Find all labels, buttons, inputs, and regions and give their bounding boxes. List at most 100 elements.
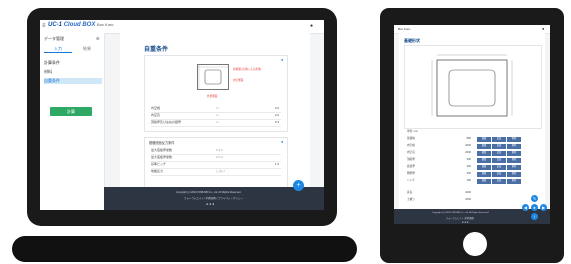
row-value[interactable]: 2000 xyxy=(449,151,471,154)
table-row[interactable]: 土被り 1000 xyxy=(407,197,539,204)
hamburger-menu-icon[interactable]: ≡ xyxy=(42,23,46,29)
footer-links[interactable]: フォーラムエイト | 利用規約 | プライバシーポリシー xyxy=(184,196,243,200)
user-icon[interactable]: ● xyxy=(310,23,313,29)
table-row[interactable]: 内空幅 2000 編集 追加 削除 xyxy=(407,143,539,150)
sidebar-item-label: 自重条件 xyxy=(44,78,60,83)
dimension-card: ● 荷重図 (自重による荷重) 内空断面 外部断面 内空幅 m 2.0 内空高 m 2.… xyxy=(144,55,288,132)
row-add-button[interactable]: 追加 xyxy=(492,165,506,170)
row-delete-button[interactable]: 削除 xyxy=(507,151,521,156)
row-label: ハンチ xyxy=(407,179,415,182)
row-delete-button[interactable]: 削除 xyxy=(507,179,521,184)
table-row[interactable]: 頂版厚 300 編集 追加 削除 xyxy=(407,157,539,164)
page-title: 自重条件 xyxy=(144,47,169,53)
field-value[interactable]: 1.5 xyxy=(275,162,279,166)
row-value[interactable]: 300 xyxy=(449,172,471,175)
form-row[interactable]: 内空高 m 2.0 xyxy=(151,113,281,120)
field-value[interactable]: 2.0.2 xyxy=(216,155,223,159)
tablet-footer: Copyright (c) 2024 FORUM8 Co., Ltd. All … xyxy=(394,209,550,224)
table-row[interactable]: 側壁厚 300 編集 追加 削除 xyxy=(407,171,539,178)
footer-links[interactable]: フォーラムエイト | 利用規約 xyxy=(446,216,474,220)
sidebar-item-selfweight[interactable]: 自重条件 xyxy=(44,78,102,84)
social-icons[interactable]: ● ● ● xyxy=(462,220,469,224)
row-add-button[interactable]: 追加 xyxy=(492,137,506,142)
sidebar-item-label: 計算条件 xyxy=(44,60,60,65)
diagram-label-load: 荷重図 (自重による荷重) xyxy=(233,68,262,71)
table-row[interactable]: 基礎幅 800 編集 追加 削除 xyxy=(407,136,539,143)
form-row[interactable]: 基準ピッチ 1.5 xyxy=(151,162,281,169)
row-edit-button[interactable]: 編集 xyxy=(477,165,491,170)
form-row[interactable]: 頂版厚及び左右の壁厚 m 0.3 xyxy=(151,120,281,127)
nav-fab-button[interactable]: ◀ xyxy=(522,204,529,211)
user-icon[interactable]: ● xyxy=(542,26,544,31)
row-add-button[interactable]: 追加 xyxy=(492,144,506,149)
tablet-main-panel: 基礎形状 単位: mm 基礎幅 800 編集 追加 削除 内空幅 2000 編集 追加 削除 内… xyxy=(399,33,545,209)
field-value[interactable]: しない xyxy=(216,169,225,173)
row-edit-button[interactable]: 編集 xyxy=(477,179,491,184)
form-row[interactable]: 内空幅 m 2.0 xyxy=(151,106,281,113)
table-row[interactable]: 内空高 2000 編集 追加 削除 xyxy=(407,150,539,157)
box-shape-diagram xyxy=(431,54,513,117)
row-value[interactable]: 300 xyxy=(449,158,471,161)
foundation-card: 基礎底面反力条件 ● 最大底板厚係数 0.4.0 最大底板厚係数 2.0.2 基準ピ… xyxy=(144,137,288,191)
add-fab-button[interactable]: + xyxy=(293,180,304,191)
tablet-home-button[interactable] xyxy=(463,232,487,256)
field-value[interactable]: 2.0 xyxy=(275,113,279,117)
field-unit: m xyxy=(216,106,219,110)
nav-fab-button[interactable]: ▶ xyxy=(540,204,547,211)
help-icon[interactable]: ● xyxy=(281,57,283,62)
form-row[interactable]: 最大底板厚係数 0.4.0 xyxy=(151,148,281,155)
row-value[interactable]: 2000 xyxy=(449,144,471,147)
row-edit-button[interactable]: 編集 xyxy=(477,137,491,142)
calculate-button[interactable]: 計算 xyxy=(50,107,92,116)
sidebar-item-materials[interactable]: 材料 xyxy=(44,69,102,75)
row-value[interactable]: 800 xyxy=(449,137,471,140)
field-value[interactable]: 0.3 xyxy=(275,120,279,124)
laptop-base xyxy=(12,236,357,262)
sidebar-item-calc-conditions[interactable]: 計算条件 xyxy=(44,60,102,66)
form-row[interactable]: 地盤反力 しない xyxy=(151,169,281,176)
field-value[interactable]: 0.4.0 xyxy=(216,148,223,152)
row-value[interactable]: 300 xyxy=(449,165,471,168)
edit-fab-button[interactable]: ✎ xyxy=(531,195,538,202)
diagram-label-inner: 内空断面 xyxy=(233,79,244,82)
row-label: 延長 xyxy=(407,191,413,194)
row-edit-button[interactable]: 編集 xyxy=(477,172,491,177)
field-unit: m xyxy=(216,120,219,124)
row-delete-button[interactable]: 削除 xyxy=(507,158,521,163)
row-label: 内空高 xyxy=(407,151,415,154)
gear-icon[interactable]: ⚙ xyxy=(96,36,100,41)
row-value[interactable]: 1000 xyxy=(449,191,471,194)
row-value[interactable]: 1000 xyxy=(449,198,471,201)
row-delete-button[interactable]: 削除 xyxy=(507,165,521,170)
table-row: 単位: mm xyxy=(407,129,539,136)
diagram-label-outer: 外部断面 xyxy=(207,95,218,98)
row-add-button[interactable]: 追加 xyxy=(492,172,506,177)
tab-results[interactable]: 結果 xyxy=(73,46,101,52)
table-row[interactable]: ハンチ 150 編集 追加 削除 xyxy=(407,178,539,185)
page-title: 基礎形状 xyxy=(404,38,420,43)
help-icon[interactable]: ● xyxy=(281,139,283,144)
main-panel: 自重条件 ● 荷重図 (自重による荷重) 内空断面 外部断面 内空幅 m 2.0 内… xyxy=(120,33,310,210)
form-row[interactable]: 最大底板厚係数 2.0.2 xyxy=(151,155,281,162)
field-label: 頂版厚及び左右の壁厚 xyxy=(151,120,182,124)
row-delete-button[interactable]: 削除 xyxy=(507,144,521,149)
row-value[interactable]: 150 xyxy=(449,179,471,182)
row-edit-button[interactable]: 編集 xyxy=(477,144,491,149)
social-icons[interactable]: ● ● ● xyxy=(206,202,214,206)
row-edit-button[interactable]: 編集 xyxy=(477,158,491,163)
row-delete-button[interactable]: 削除 xyxy=(507,172,521,177)
brand-logo: UC-1 Cloud BOX Box Kuro xyxy=(48,22,113,28)
field-value[interactable]: 2.0 xyxy=(275,106,279,110)
row-edit-button[interactable]: 編集 xyxy=(477,151,491,156)
table-row[interactable]: 延長 1000 xyxy=(407,190,539,197)
row-add-button[interactable]: 追加 xyxy=(492,179,506,184)
row-delete-button[interactable]: 削除 xyxy=(507,137,521,142)
tab-input[interactable]: 入力 xyxy=(44,46,72,53)
row-add-button[interactable]: 追加 xyxy=(492,158,506,163)
scroll-top-fab-button[interactable]: ↑ xyxy=(531,213,538,220)
nav-fab-button[interactable]: ● xyxy=(531,204,538,211)
row-add-button[interactable]: 追加 xyxy=(492,151,506,156)
footer: Copyright (c) 2024 FORUM8 Co., Ltd. All … xyxy=(104,187,324,210)
table-row[interactable]: 底版厚 300 編集 追加 削除 xyxy=(407,164,539,171)
row-label: 基礎幅 xyxy=(407,137,415,140)
